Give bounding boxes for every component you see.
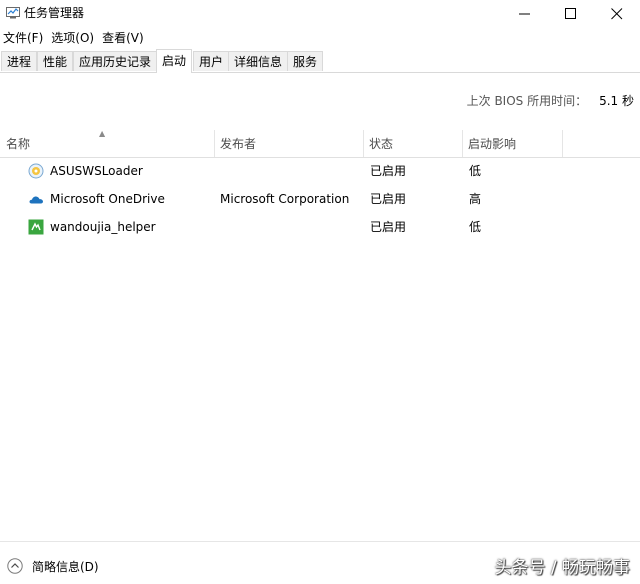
tab-app-history[interactable]: 应用历史记录 xyxy=(73,51,158,71)
row-status: 已启用 xyxy=(370,220,407,234)
bottom-bar: 简略信息(D) 头条号 / 畅玩畅事 xyxy=(0,541,640,584)
column-status[interactable]: 状态 xyxy=(363,130,463,157)
asus-loader-icon xyxy=(28,163,44,179)
task-manager-window: 任务管理器 文件(F) 选项(O) 查看(V) 进程 性能 应用历史记录 启动 xyxy=(0,0,640,584)
table-row[interactable]: Microsoft OneDrive Microsoft Corporation… xyxy=(0,185,640,213)
tab-services[interactable]: 服务 xyxy=(287,51,324,71)
minimize-button[interactable] xyxy=(502,0,548,28)
wandoujia-icon xyxy=(28,219,44,235)
watermark: 头条号 / 畅玩畅事 xyxy=(494,558,630,578)
table-row[interactable]: ASUSWSLoader 已启用 低 xyxy=(0,157,640,185)
row-publisher: Microsoft Corporation xyxy=(220,192,350,206)
close-button[interactable] xyxy=(594,0,640,28)
menu-view[interactable]: 查看(V) xyxy=(98,28,148,48)
column-header-row: ▲ 名称 发布者 状态 启动影响 xyxy=(0,130,640,158)
table-row[interactable]: wandoujia_helper 已启用 低 xyxy=(0,213,640,241)
column-divider[interactable] xyxy=(562,130,563,157)
row-impact: 低 xyxy=(469,220,482,234)
column-publisher[interactable]: 发布者 xyxy=(214,130,364,157)
bios-time-value: 5.1 秒 xyxy=(599,94,634,108)
tab-strip: 进程 性能 应用历史记录 启动 用户 详细信息 服务 xyxy=(0,49,640,73)
fewer-details-label: 简略信息(D) xyxy=(32,559,99,574)
tab-processes[interactable]: 进程 xyxy=(1,51,38,71)
onedrive-cloud-icon xyxy=(29,196,43,204)
bios-time: 上次 BIOS 所用时间： 5.1 秒 xyxy=(467,92,634,109)
tab-users[interactable]: 用户 xyxy=(193,51,230,71)
window-title: 任务管理器 xyxy=(24,6,85,20)
title-bar[interactable]: 任务管理器 xyxy=(0,0,640,28)
row-impact: 高 xyxy=(469,192,482,206)
menu-file[interactable]: 文件(F) xyxy=(0,28,47,48)
row-name: ASUSWSLoader xyxy=(50,164,143,178)
minimize-icon xyxy=(519,13,530,15)
column-name[interactable]: 名称 xyxy=(0,130,214,157)
tab-performance[interactable]: 性能 xyxy=(37,51,74,71)
task-manager-app-icon xyxy=(6,7,20,19)
row-status: 已启用 xyxy=(370,164,407,178)
menu-options[interactable]: 选项(O) xyxy=(47,28,98,48)
menu-bar: 文件(F) 选项(O) 查看(V) xyxy=(0,28,640,48)
close-icon xyxy=(611,8,623,20)
tab-details[interactable]: 详细信息 xyxy=(228,51,289,71)
startup-list: ASUSWSLoader 已启用 低 Microsoft OneDrive Mi… xyxy=(0,157,640,241)
row-name: wandoujia_helper xyxy=(50,220,156,234)
column-startup-impact[interactable]: 启动影响 xyxy=(462,130,562,157)
tab-startup[interactable]: 启动 xyxy=(156,49,193,73)
maximize-icon xyxy=(565,8,576,19)
row-status: 已启用 xyxy=(370,192,407,206)
chevron-up-circle-icon xyxy=(7,558,23,574)
maximize-button[interactable] xyxy=(548,0,594,28)
row-impact: 低 xyxy=(469,164,482,178)
fewer-details-button[interactable]: 简略信息(D) xyxy=(7,557,99,575)
row-name: Microsoft OneDrive xyxy=(50,192,165,206)
bios-time-label: 上次 BIOS 所用时间： xyxy=(466,94,588,108)
